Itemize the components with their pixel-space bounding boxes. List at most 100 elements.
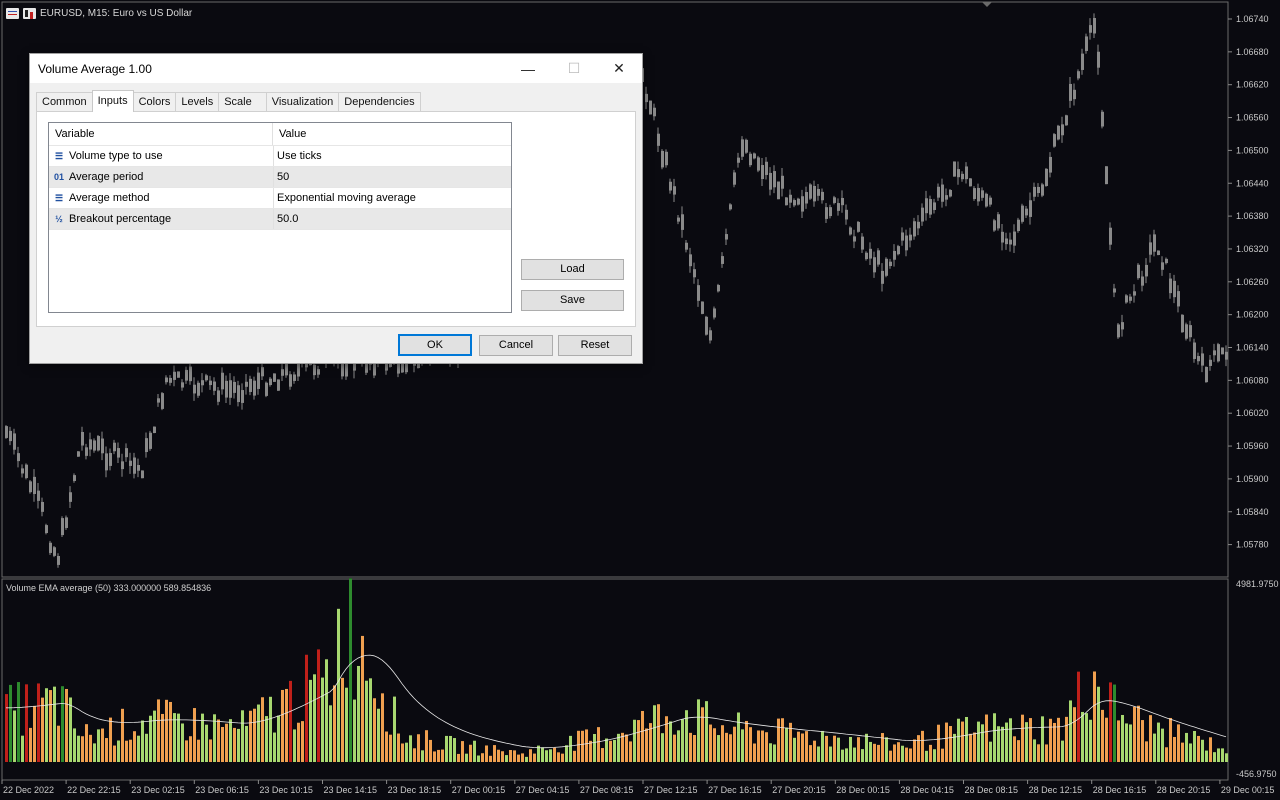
tab-inputs[interactable]: Inputs (91, 90, 134, 112)
volume-bar (829, 746, 832, 762)
inputs-grid: Variable Value ☰ Volume type to use Use t… (48, 122, 512, 313)
volume-bar (929, 744, 932, 762)
tab-levels[interactable]: Levels (175, 92, 220, 112)
volume-bar (757, 730, 760, 762)
volume-bar (865, 733, 868, 762)
volume-bar (493, 745, 496, 762)
input-row[interactable]: ½ Breakout percentage 50.0 (49, 209, 511, 230)
input-row[interactable]: ☰ Average method Exponential moving avera… (49, 188, 511, 209)
volume-bar (265, 716, 268, 762)
load-button[interactable]: Load (521, 259, 624, 280)
volume-bar (177, 713, 180, 762)
tab-scale[interactable]: Scale (218, 92, 267, 112)
candle-body (85, 447, 88, 456)
volume-bar (333, 685, 336, 762)
reset-button[interactable]: Reset (558, 335, 632, 356)
candle-body (957, 169, 960, 178)
tab-colors[interactable]: Colors (132, 92, 177, 112)
volume-bar (5, 694, 8, 762)
volume-bar (629, 741, 632, 762)
volume-bar (969, 733, 972, 762)
volume-bar (1149, 715, 1152, 762)
dialog-titlebar[interactable]: Volume Average 1.00 — ☐ ✕ (30, 54, 642, 83)
candle-body (245, 381, 248, 387)
volume-bar (949, 726, 952, 762)
candle-body (969, 178, 972, 187)
input-row[interactable]: 01 Average period 50 (49, 167, 511, 188)
maximize-button[interactable]: ☐ (551, 54, 597, 83)
variable-value[interactable]: Use ticks (277, 150, 322, 162)
volume-bar (477, 755, 480, 762)
tab-common[interactable]: Common (36, 92, 93, 112)
time-label: 23 Dec 14:15 (324, 785, 378, 795)
candle-body (257, 372, 260, 389)
candle-body (657, 133, 660, 146)
candle-body (953, 161, 956, 177)
candle-body (1125, 295, 1128, 303)
candle-body (693, 269, 696, 278)
volume-bar (721, 725, 724, 762)
save-button[interactable]: Save (521, 290, 624, 311)
volume-bar (257, 704, 260, 762)
candle-body (165, 377, 168, 383)
variable-name: Average method (69, 192, 150, 204)
volume-bar (605, 738, 608, 762)
volume-bar (505, 755, 508, 762)
volume-bar (697, 699, 700, 762)
close-button[interactable]: ✕ (596, 54, 642, 83)
variable-value[interactable]: 50 (277, 171, 289, 183)
volume-bar (189, 736, 192, 762)
candle-body (889, 261, 892, 267)
candle-body (225, 380, 228, 398)
volume-bar (165, 699, 168, 762)
candle-body (217, 390, 220, 402)
volume-bar (441, 749, 444, 762)
input-row[interactable]: ☰ Volume type to use Use ticks (49, 146, 511, 167)
minimize-button[interactable]: — (505, 54, 551, 83)
volume-bar (221, 726, 224, 762)
volume-bar (209, 739, 212, 762)
tab-visualization[interactable]: Visualization (265, 92, 340, 112)
candle-body (405, 363, 408, 373)
volume-bar (785, 727, 788, 762)
candle-body (937, 186, 940, 198)
tab-dependencies[interactable]: Dependencies (338, 92, 421, 112)
candle-body (649, 100, 652, 115)
volume-bar (889, 750, 892, 762)
volume-bar (773, 744, 776, 762)
candle-body (729, 204, 732, 210)
volume-bar (561, 753, 564, 762)
candle-body (1001, 231, 1004, 243)
volume-bar (1113, 684, 1116, 762)
candle-body (373, 362, 376, 376)
ok-button[interactable]: OK (398, 334, 472, 356)
price-label: 1.06620 (1236, 80, 1269, 90)
candle-body (1145, 264, 1148, 277)
volume-bar (377, 708, 380, 762)
candle-body (209, 380, 212, 386)
trade-icon[interactable] (23, 7, 36, 19)
volume-bar (65, 688, 68, 762)
time-label: 27 Dec 00:15 (452, 785, 506, 795)
volume-bar (653, 705, 656, 762)
cancel-button[interactable]: Cancel (479, 335, 553, 356)
volume-bar (1129, 724, 1132, 762)
candle-body (61, 518, 64, 536)
volume-bar (693, 735, 696, 762)
volume-bar (877, 744, 880, 762)
candle-body (9, 430, 12, 442)
volume-bar (1145, 741, 1148, 762)
volume-bar (1225, 753, 1228, 762)
volume-bar (657, 704, 660, 762)
volume-bar (409, 735, 412, 762)
column-value[interactable]: Value (273, 123, 306, 145)
variable-value[interactable]: 50.0 (277, 213, 298, 225)
variable-value[interactable]: Exponential moving average (277, 192, 416, 204)
volume-bar (913, 739, 916, 762)
column-variable[interactable]: Variable (49, 123, 273, 145)
candle-body (949, 189, 952, 197)
volume-bar (469, 744, 472, 762)
candle-body (697, 285, 700, 301)
volume-bar (1217, 748, 1220, 762)
chart-menu-icon[interactable] (6, 7, 19, 19)
